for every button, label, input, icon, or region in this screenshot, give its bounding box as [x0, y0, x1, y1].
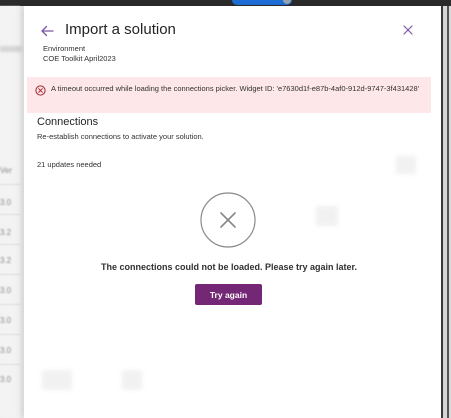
circle-x-icon — [200, 192, 256, 248]
background-divider — [0, 304, 20, 305]
background-cell: 3.2 — [0, 256, 12, 265]
background-column-header: Ver — [0, 166, 13, 175]
window-edge-line — [441, 6, 443, 418]
connections-heading: Connections — [37, 116, 99, 128]
background-ghost — [122, 370, 142, 390]
connections-description: Re-establish connections to activate you… — [37, 132, 204, 141]
background-bar — [0, 46, 22, 52]
background-ghost — [42, 370, 72, 390]
background-ghost — [396, 156, 416, 174]
background-page: Ver 3.0 3.2 3.2 3.0 3.0 3.0 3.0 — [0, 6, 22, 418]
error-banner: A timeout occurred while loading the con… — [27, 77, 431, 113]
background-cell: 3.0 — [0, 198, 12, 207]
back-button[interactable] — [38, 22, 56, 40]
try-again-button[interactable]: Try again — [195, 284, 262, 305]
background-divider — [0, 334, 20, 335]
background-divider — [0, 244, 20, 245]
background-cell: 3.0 — [0, 375, 12, 384]
background-cell: 3.0 — [0, 346, 12, 355]
background-divider — [0, 184, 20, 185]
close-button[interactable] — [401, 23, 415, 37]
environment-label: Environment — [43, 44, 86, 53]
screen: Ver 3.0 3.2 3.2 3.0 3.0 3.0 3.0 Import a… — [0, 0, 451, 418]
panel-title: Import a solution — [65, 21, 176, 38]
background-cell: 3.2 — [0, 228, 12, 237]
background-divider — [0, 364, 20, 365]
background-divider — [0, 214, 20, 215]
background-cell: 3.0 — [0, 286, 12, 295]
error-circle-icon — [35, 83, 46, 96]
import-solution-panel: Import a solution Environment COE Toolki… — [24, 6, 441, 418]
background-cell: 3.0 — [0, 316, 12, 325]
environment-value: COE Toolkit April2023 — [43, 54, 116, 63]
close-icon — [403, 25, 413, 35]
updates-needed-count: 21 updates needed — [37, 160, 102, 169]
background-ghost — [316, 206, 338, 226]
arrow-left-icon — [41, 25, 54, 37]
empty-state-message: The connections could not be loaded. Ple… — [100, 262, 358, 272]
window-edge-line — [447, 6, 449, 418]
error-message: A timeout occurred while loading the con… — [51, 84, 420, 93]
background-divider — [0, 274, 20, 275]
